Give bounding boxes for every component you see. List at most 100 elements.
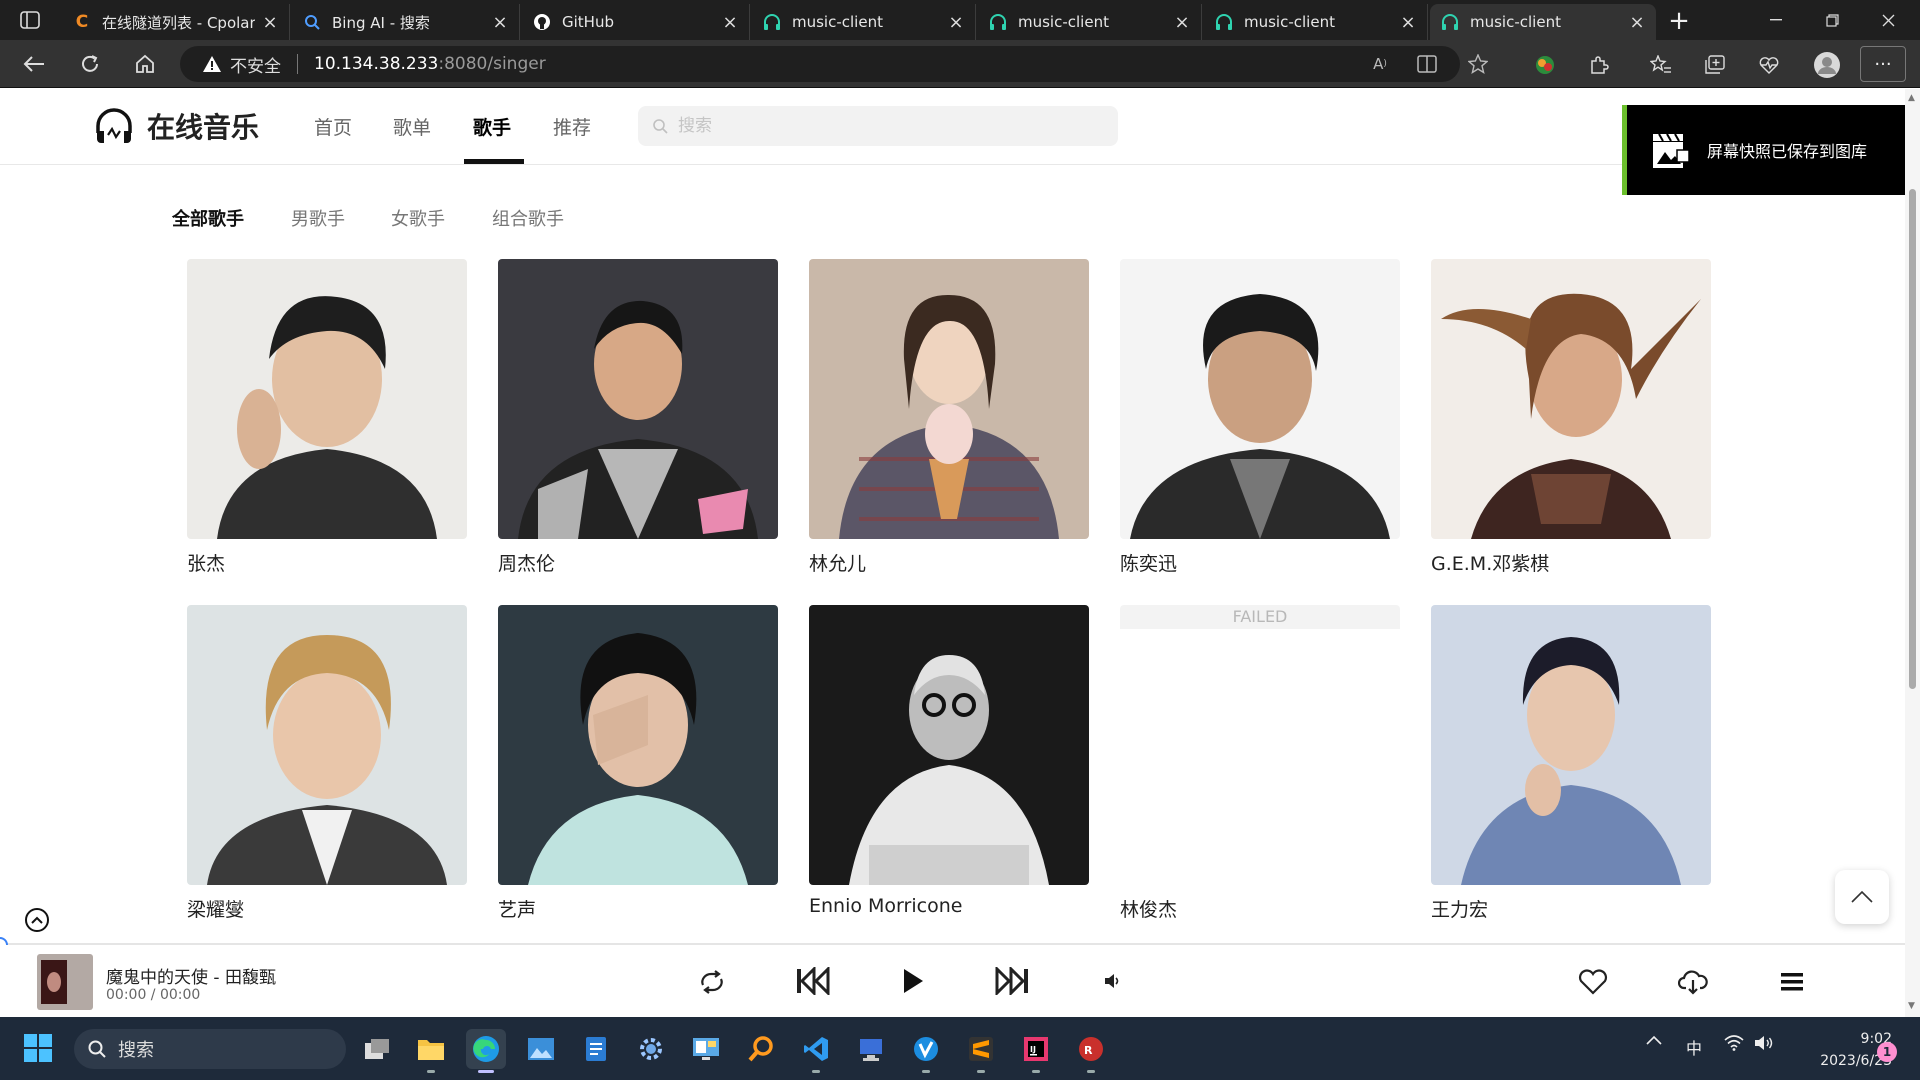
singer-card[interactable]: 王力宏 xyxy=(1431,605,1711,922)
singer-name[interactable]: 王力宏 xyxy=(1431,895,1711,922)
close-tab-icon[interactable]: × xyxy=(261,12,279,33)
tab-cpolar[interactable]: C 在线隧道列表 - Cpolar × xyxy=(62,4,290,40)
nav-singers[interactable]: 歌手 xyxy=(473,113,511,140)
redis-manager-icon[interactable]: R xyxy=(1071,1029,1111,1073)
restore-button[interactable] xyxy=(1804,0,1860,40)
input-method-indicator[interactable]: 中 xyxy=(1686,1035,1702,1059)
singer-photo[interactable] xyxy=(187,259,467,539)
singer-name[interactable]: 林允儿 xyxy=(809,549,1089,576)
tab-music-client-1[interactable]: music-client × xyxy=(752,4,976,40)
tab-actions-icon[interactable] xyxy=(10,6,50,34)
close-tab-icon[interactable]: × xyxy=(947,12,965,33)
back-button[interactable] xyxy=(18,48,50,80)
file-explorer-icon[interactable] xyxy=(411,1029,451,1073)
singer-card[interactable]: 林允儿 xyxy=(809,259,1089,576)
singer-card[interactable]: Ennio Morricone xyxy=(809,605,1089,917)
singer-photo[interactable] xyxy=(1431,605,1711,885)
collections-icon[interactable] xyxy=(1700,50,1730,80)
singer-card[interactable]: G.E.M.邓紫棋 xyxy=(1431,259,1711,576)
more-menu-icon[interactable]: ··· xyxy=(1860,46,1906,82)
page-scrollbar[interactable]: ▲ ▼ xyxy=(1905,89,1920,1017)
next-track-icon[interactable] xyxy=(994,965,1030,997)
expand-player-icon[interactable] xyxy=(25,908,49,932)
task-view-icon[interactable] xyxy=(357,1029,397,1069)
vscode-icon[interactable] xyxy=(796,1029,836,1073)
singer-card[interactable]: 周杰伦 xyxy=(498,259,778,576)
home-button[interactable] xyxy=(129,48,161,80)
singer-name[interactable]: Ennio Morricone xyxy=(809,895,1089,917)
search-everything-icon[interactable] xyxy=(741,1029,781,1069)
singer-card[interactable]: 陈奕迅 xyxy=(1120,259,1400,576)
singer-name[interactable]: 张杰 xyxy=(187,549,467,576)
favorite-heart-icon[interactable] xyxy=(1577,967,1609,997)
album-cover[interactable] xyxy=(37,954,93,1010)
extensions-puzzle-icon[interactable] xyxy=(1584,50,1614,80)
singer-name[interactable]: 梁耀燮 xyxy=(187,895,467,922)
refresh-button[interactable] xyxy=(74,48,106,80)
singer-photo[interactable] xyxy=(1120,259,1400,539)
singer-name[interactable]: 林俊杰 xyxy=(1120,895,1400,922)
singer-photo[interactable] xyxy=(187,605,467,885)
favorites-icon[interactable] xyxy=(1646,50,1676,80)
singer-name[interactable]: 周杰伦 xyxy=(498,549,778,576)
tray-overflow-icon[interactable] xyxy=(1646,1035,1662,1045)
tab-music-client-2[interactable]: music-client × xyxy=(978,4,1202,40)
sublime-text-icon[interactable] xyxy=(961,1029,1001,1073)
search-input[interactable] xyxy=(678,116,1078,136)
edge-browser-icon[interactable] xyxy=(466,1029,506,1073)
close-tab-icon[interactable]: × xyxy=(1628,12,1646,33)
singer-card[interactable]: 艺声 xyxy=(498,605,778,922)
singer-card[interactable]: 梁耀燮 xyxy=(187,605,467,922)
tab-bing[interactable]: Bing AI - 搜索 × xyxy=(292,4,520,40)
filter-female-singers[interactable]: 女歌手 xyxy=(391,205,445,231)
singer-photo[interactable] xyxy=(498,259,778,539)
singer-photo[interactable] xyxy=(809,605,1089,885)
scroll-down-arrow[interactable]: ▼ xyxy=(1908,1001,1915,1011)
filter-male-singers[interactable]: 男歌手 xyxy=(291,205,345,231)
close-tab-icon[interactable]: × xyxy=(721,12,739,33)
read-aloud-icon[interactable]: A) xyxy=(1366,50,1394,78)
filter-group-singers[interactable]: 组合歌手 xyxy=(492,205,564,231)
taskbar-search-box[interactable]: 搜索 xyxy=(74,1029,346,1069)
volume-icon[interactable] xyxy=(1102,972,1122,990)
speaker-icon[interactable] xyxy=(1754,1035,1774,1051)
control-panel-icon[interactable] xyxy=(686,1029,726,1069)
tab-music-client-3[interactable]: music-client × xyxy=(1204,4,1428,40)
performance-heart-icon[interactable] xyxy=(1754,50,1784,80)
singer-name[interactable]: G.E.M.邓紫棋 xyxy=(1431,549,1711,576)
tab-github[interactable]: GitHub × xyxy=(522,4,750,40)
docs-app-icon[interactable] xyxy=(576,1029,616,1069)
extension-icon[interactable] xyxy=(1530,50,1560,80)
screenshot-toast[interactable]: 屏幕快照已保存到图库 xyxy=(1622,105,1905,195)
windows-start-icon[interactable] xyxy=(24,1034,52,1062)
minimize-button[interactable] xyxy=(1748,0,1804,40)
back-to-top-button[interactable] xyxy=(1835,870,1889,924)
nav-playlists[interactable]: 歌单 xyxy=(393,113,431,140)
settings-gear-icon[interactable] xyxy=(631,1029,671,1069)
singer-photo[interactable] xyxy=(1431,259,1711,539)
site-search-box[interactable] xyxy=(638,106,1118,146)
split-screen-icon[interactable] xyxy=(1413,50,1441,78)
singer-card[interactable]: 张杰 xyxy=(187,259,467,576)
scroll-up-arrow[interactable]: ▲ xyxy=(1908,93,1915,103)
site-logo[interactable]: 在线音乐 xyxy=(93,105,259,147)
close-tab-icon[interactable]: × xyxy=(1399,12,1417,33)
play-icon[interactable] xyxy=(898,965,928,997)
notification-badge[interactable]: 1 xyxy=(1877,1042,1897,1062)
favorite-star-icon[interactable] xyxy=(1464,50,1492,78)
photos-app-icon[interactable] xyxy=(521,1029,561,1069)
security-label[interactable]: 不安全 xyxy=(230,52,281,77)
scrollbar-thumb[interactable] xyxy=(1909,189,1916,689)
singer-card[interactable]: FAILED 林俊杰 xyxy=(1120,605,1400,922)
profile-avatar-icon[interactable] xyxy=(1812,50,1842,80)
nav-recommend[interactable]: 推荐 xyxy=(553,113,591,140)
close-tab-icon[interactable]: × xyxy=(1173,12,1191,33)
singer-name[interactable]: 艺声 xyxy=(498,895,778,922)
filter-all-singers[interactable]: 全部歌手 xyxy=(172,205,244,231)
intellij-idea-icon[interactable]: IJ xyxy=(1016,1029,1056,1073)
close-tab-icon[interactable]: × xyxy=(491,12,509,33)
singer-photo[interactable] xyxy=(498,605,778,885)
singer-photo[interactable] xyxy=(809,259,1089,539)
singer-name[interactable]: 陈奕迅 xyxy=(1120,549,1400,576)
wifi-icon[interactable] xyxy=(1724,1035,1744,1051)
